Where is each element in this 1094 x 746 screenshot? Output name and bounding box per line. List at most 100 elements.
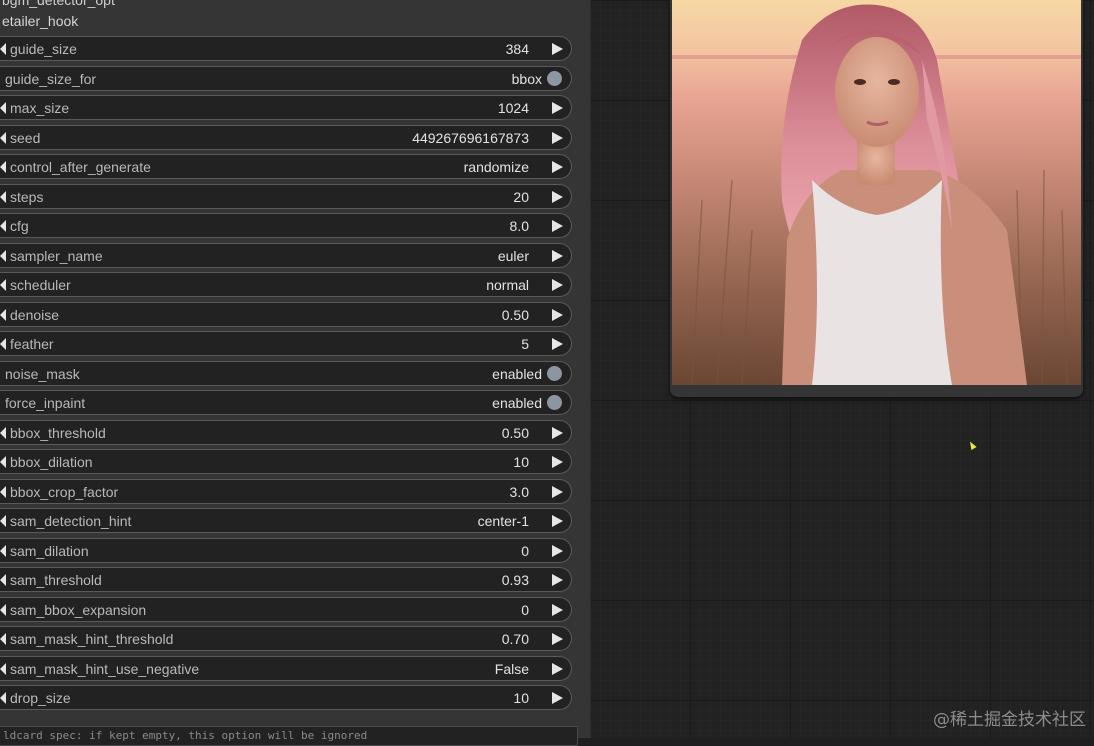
widget-label: bbox_crop_factor xyxy=(10,483,119,500)
decrement-arrow-icon[interactable] xyxy=(0,220,6,232)
widget-value: 0 xyxy=(521,542,529,559)
increment-arrow-icon[interactable] xyxy=(552,190,563,203)
widget-label: control_after_generate xyxy=(10,159,151,175)
increment-arrow-icon[interactable] xyxy=(552,633,563,645)
toggle-dot-icon[interactable] xyxy=(547,365,562,381)
widget-feather[interactable]: feather 5 xyxy=(0,331,572,356)
widget-value: 3.0 xyxy=(509,483,529,500)
increment-arrow-icon[interactable] xyxy=(552,43,563,55)
increment-arrow-icon[interactable] xyxy=(552,131,563,144)
face-detailer-node[interactable]: bgm_detector_opt etailer_hook guide_size… xyxy=(0,0,591,746)
increment-arrow-icon[interactable] xyxy=(552,249,563,262)
watermark: @稀土掘金技术社区 xyxy=(933,710,1086,730)
widget-max-size[interactable]: max_size 1024 xyxy=(0,95,572,120)
preview-image-node[interactable] xyxy=(670,0,1083,397)
decrement-arrow-icon[interactable] xyxy=(0,662,6,675)
widget-label: bbox_dilation xyxy=(10,454,93,470)
increment-arrow-icon[interactable] xyxy=(552,338,563,350)
widget-label: guide_size_for xyxy=(5,70,97,87)
widget-sam-dilation[interactable]: sam_dilation 0 xyxy=(0,537,572,563)
widget-label: bbox_threshold xyxy=(10,424,106,441)
widget-seed[interactable]: seed 449267696167873 xyxy=(0,124,572,150)
widget-label: seed xyxy=(10,129,41,146)
widget-value: 20 xyxy=(513,188,529,205)
increment-arrow-icon[interactable] xyxy=(552,102,563,114)
widget-value: 0.93 xyxy=(501,572,529,588)
increment-arrow-icon[interactable] xyxy=(552,544,563,557)
toggle-dot-icon[interactable] xyxy=(547,395,562,410)
widget-label: guide_size xyxy=(10,41,77,57)
widget-label: sam_mask_hint_threshold xyxy=(10,631,174,647)
increment-arrow-icon[interactable] xyxy=(552,161,563,173)
widget-value: 10 xyxy=(513,454,529,470)
decrement-arrow-icon[interactable] xyxy=(0,485,6,498)
decrement-arrow-icon[interactable] xyxy=(0,43,6,55)
widget-sam-bbox-expansion[interactable]: sam_bbox_expansion 0 xyxy=(0,596,572,622)
decrement-arrow-icon[interactable] xyxy=(0,426,6,439)
widget-value: bbox xyxy=(511,70,542,87)
decrement-arrow-icon[interactable] xyxy=(0,102,6,114)
widget-force-inpaint[interactable]: force_inpaint enabled xyxy=(0,390,572,415)
decrement-arrow-icon[interactable] xyxy=(0,338,6,350)
widget-sampler-name[interactable]: sampler_name euler xyxy=(0,242,572,268)
node-subtitle: etailer_hook xyxy=(2,13,79,29)
widget-label: scheduler xyxy=(10,277,71,293)
widget-value: normal xyxy=(486,277,529,293)
decrement-arrow-icon[interactable] xyxy=(0,692,6,704)
decrement-arrow-icon[interactable] xyxy=(0,544,6,557)
decrement-arrow-icon[interactable] xyxy=(0,131,6,144)
widget-bbox-crop-factor[interactable]: bbox_crop_factor 3.0 xyxy=(0,478,572,504)
widget-steps[interactable]: steps 20 xyxy=(0,183,572,209)
widget-list: guide_size 384 guide_size_for bbox max_size 1… xyxy=(0,36,572,715)
increment-arrow-icon[interactable] xyxy=(552,574,563,586)
widget-label: cfg xyxy=(10,218,29,234)
widget-label: sam_dilation xyxy=(10,542,89,559)
widget-value: 8.0 xyxy=(509,218,529,234)
widget-sam-mask-hint-use-negative[interactable]: sam_mask_hint_use_negative False xyxy=(0,655,572,681)
widget-label: sam_threshold xyxy=(10,572,102,588)
decrement-arrow-icon[interactable] xyxy=(0,574,6,586)
decrement-arrow-icon[interactable] xyxy=(0,456,6,468)
widget-bbox-dilation[interactable]: bbox_dilation 10 xyxy=(0,449,572,474)
increment-arrow-icon[interactable] xyxy=(552,279,563,291)
decrement-arrow-icon[interactable] xyxy=(0,603,6,616)
increment-arrow-icon[interactable] xyxy=(552,426,563,439)
increment-arrow-icon[interactable] xyxy=(552,603,563,616)
widget-guide-size[interactable]: guide_size 384 xyxy=(0,36,572,61)
increment-arrow-icon[interactable] xyxy=(552,515,563,527)
widget-value: enabled xyxy=(492,365,542,382)
decrement-arrow-icon[interactable] xyxy=(0,249,6,262)
increment-arrow-icon[interactable] xyxy=(552,662,563,675)
widget-sam-threshold[interactable]: sam_threshold 0.93 xyxy=(0,567,572,592)
decrement-arrow-icon[interactable] xyxy=(0,308,6,321)
widget-control-after-generate[interactable]: control_after_generate randomize xyxy=(0,154,572,179)
widget-label: feather xyxy=(10,336,54,352)
widget-value: 449267696167873 xyxy=(412,129,529,146)
widget-value: center-1 xyxy=(477,513,529,529)
increment-arrow-icon[interactable] xyxy=(552,692,563,704)
decrement-arrow-icon[interactable] xyxy=(0,161,6,173)
widget-bbox-threshold[interactable]: bbox_threshold 0.50 xyxy=(0,419,572,445)
decrement-arrow-icon[interactable] xyxy=(0,279,6,291)
wildcard-textarea[interactable]: ldcard spec: if kept empty, this option … xyxy=(0,726,578,746)
widget-drop-size[interactable]: drop_size 10 xyxy=(0,685,572,710)
widget-guide-size-for[interactable]: guide_size_for bbox xyxy=(0,65,572,91)
widget-sam-mask-hint-threshold[interactable]: sam_mask_hint_threshold 0.70 xyxy=(0,626,572,651)
widget-scheduler[interactable]: scheduler normal xyxy=(0,272,572,297)
decrement-arrow-icon[interactable] xyxy=(0,515,6,527)
increment-arrow-icon[interactable] xyxy=(552,456,563,468)
increment-arrow-icon[interactable] xyxy=(552,485,563,498)
increment-arrow-icon[interactable] xyxy=(552,220,563,232)
widget-label: denoise xyxy=(10,306,60,323)
toggle-dot-icon[interactable] xyxy=(547,70,562,86)
widget-value: 10 xyxy=(513,690,529,706)
widget-sam-detection-hint[interactable]: sam_detection_hint center-1 xyxy=(0,508,572,533)
widget-label: sam_bbox_expansion xyxy=(10,601,147,618)
widget-denoise[interactable]: denoise 0.50 xyxy=(0,301,572,327)
decrement-arrow-icon[interactable] xyxy=(0,190,6,203)
widget-noise-mask[interactable]: noise_mask enabled xyxy=(0,360,572,386)
increment-arrow-icon[interactable] xyxy=(552,308,563,321)
decrement-arrow-icon[interactable] xyxy=(0,633,6,645)
widget-value: randomize xyxy=(463,159,529,175)
widget-cfg[interactable]: cfg 8.0 xyxy=(0,213,572,238)
